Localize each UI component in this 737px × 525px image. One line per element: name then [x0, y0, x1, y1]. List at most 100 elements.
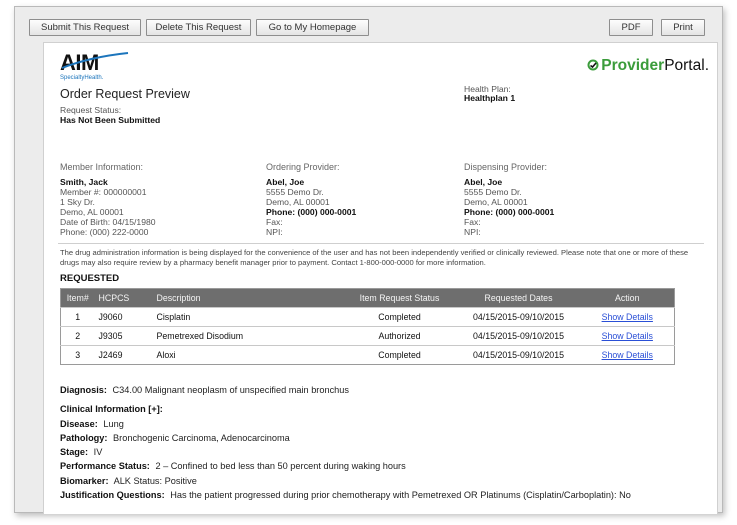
dispensing-provider-name: Abel, Joe: [464, 177, 503, 187]
print-button[interactable]: Print: [661, 19, 705, 36]
health-plan-value: Healthplan 1: [464, 93, 516, 103]
browser-window: Submit This Request Delete This Request …: [14, 6, 723, 514]
member-number: Member #: 000000001: [60, 187, 147, 197]
dispensing-address-line1: 5555 Demo Dr.: [464, 187, 522, 197]
requested-items-table: Item# HCPCS Description Item Request Sta…: [60, 288, 675, 365]
aim-logo-graphic: AIM SpecialtyHealth.: [60, 50, 129, 81]
provider-portal-icon: [587, 59, 599, 71]
show-details-link[interactable]: Show Details: [602, 312, 653, 322]
table-header-row: Item# HCPCS Description Item Request Sta…: [60, 288, 675, 308]
ordering-address-line1: 5555 Demo Dr.: [266, 187, 324, 197]
biomarker-label: Biomarker:: [60, 475, 109, 486]
item-status: Authorized: [342, 326, 457, 346]
dispensing-phone: Phone: (000) 000-0001: [464, 207, 555, 217]
performance-status-row: Performance Status: 2 – Confined to bed …: [60, 459, 710, 473]
requested-dates: 04/15/2015-09/10/2015: [456, 345, 581, 365]
member-address-line1: 1 Sky Dr.: [60, 197, 95, 207]
column-header-description: Description: [152, 288, 343, 308]
show-details-link[interactable]: Show Details: [602, 350, 653, 360]
section-divider: [58, 243, 704, 244]
stage-row: Stage: IV: [60, 445, 710, 459]
item-status: Completed: [342, 345, 457, 365]
item-status: Completed: [342, 307, 457, 327]
portal-dot: .: [704, 57, 709, 74]
delete-request-button[interactable]: Delete This Request: [146, 19, 251, 36]
member-information: Member Information: Smith, Jack Member #…: [60, 162, 250, 237]
ordering-address-line2: Demo, AL 00001: [266, 197, 330, 207]
performance-status-value: 2 – Confined to bed less than 50 percent…: [155, 461, 406, 472]
item-number: 3: [60, 345, 95, 365]
requested-dates: 04/15/2015-09/10/2015: [456, 326, 581, 346]
stage-value: IV: [93, 447, 103, 458]
show-details-link[interactable]: Show Details: [602, 331, 653, 341]
pdf-button[interactable]: PDF: [609, 19, 653, 36]
hcpcs-code: J9305: [94, 326, 153, 346]
portal-word: Portal: [664, 57, 705, 74]
disease-value: Lung: [103, 418, 124, 429]
aim-specialty-health-logo: AIM SpecialtyHealth.: [60, 50, 130, 81]
pathology-label: Pathology:: [60, 432, 108, 443]
justification-row: Justification Questions: Has the patient…: [60, 488, 710, 502]
provider-word: Provider: [601, 57, 665, 74]
member-name: Smith, Jack: [60, 177, 108, 187]
specialty-health-text: SpecialtyHealth.: [60, 75, 104, 81]
disclaimer-text: The drug administration information is b…: [60, 248, 689, 267]
clinical-information-row[interactable]: Clinical Information [+]:: [60, 402, 710, 416]
toolbar: Submit This Request Delete This Request …: [15, 7, 722, 43]
ordering-phone: Phone: (000) 000-0001: [266, 207, 357, 217]
dispensing-address-line2: Demo, AL 00001: [464, 197, 528, 207]
diagnosis-label: Diagnosis:: [60, 385, 107, 395]
ordering-provider-heading: Ordering Provider:: [266, 162, 340, 172]
ordering-provider-name: Abel, Joe: [266, 177, 305, 187]
order-request-document: AIM SpecialtyHealth. ProviderPortal. Ord…: [43, 42, 718, 514]
dispensing-provider-heading: Dispensing Provider:: [464, 162, 548, 172]
hcpcs-code: J9060: [94, 307, 153, 327]
item-description: Cisplatin: [152, 307, 343, 327]
ordering-provider: Ordering Provider: Abel, Joe 5555 Demo D…: [266, 162, 456, 237]
item-number: 2: [60, 326, 95, 346]
clinical-details: Diagnosis: C34.00 Malignant neoplasm of …: [60, 383, 710, 502]
submit-request-button[interactable]: Submit This Request: [29, 19, 141, 36]
justification-value: Has the patient progressed during prior …: [170, 490, 631, 501]
column-header-item: Item#: [60, 288, 95, 308]
requested-dates: 04/15/2015-09/10/2015: [456, 307, 581, 327]
member-info-heading: Member Information:: [60, 162, 144, 172]
hcpcs-code: J2469: [94, 345, 153, 365]
provider-portal-logo: ProviderPortal.: [587, 57, 709, 75]
page-title: Order Request Preview: [60, 87, 190, 101]
item-number: 1: [60, 307, 95, 327]
clinical-information-toggle[interactable]: Clinical Information [+]:: [60, 404, 163, 414]
biomarker-value: ALK Status: Positive: [113, 475, 197, 486]
item-description: Aloxi: [152, 345, 343, 365]
disease-label: Disease:: [60, 418, 98, 429]
column-header-requested-dates: Requested Dates: [456, 288, 581, 308]
go-to-homepage-button[interactable]: Go to My Homepage: [256, 19, 369, 36]
biomarker-row: Biomarker: ALK Status: Positive: [60, 474, 710, 488]
request-status-label: Request Status:: [60, 105, 122, 115]
dispensing-fax: Fax:: [464, 217, 481, 227]
diagnosis-value: C34.00 Malignant neoplasm of unspecified…: [112, 385, 349, 395]
table-row: 1 J9060 Cisplatin Completed 04/15/2015-0…: [60, 307, 675, 327]
dispensing-npi: NPI:: [464, 227, 481, 237]
member-address-line2: Demo, AL 00001: [60, 207, 124, 217]
ordering-fax: Fax:: [266, 217, 283, 227]
justification-label: Justification Questions:: [60, 490, 165, 501]
column-header-hcpcs: HCPCS: [94, 288, 153, 308]
member-phone: Phone: (000) 222-0000: [60, 227, 149, 237]
table-row: 3 J2469 Aloxi Completed 04/15/2015-09/10…: [60, 345, 675, 365]
table-row: 2 J9305 Pemetrexed Disodium Authorized 0…: [60, 326, 675, 346]
performance-status-label: Performance Status:: [60, 461, 150, 472]
column-header-item-request-status: Item Request Status: [342, 288, 457, 308]
requested-heading: REQUESTED: [60, 273, 120, 284]
request-status-value: Has Not Been Submitted: [60, 115, 161, 125]
ordering-npi: NPI:: [266, 227, 283, 237]
diagnosis-row: Diagnosis: C34.00 Malignant neoplasm of …: [60, 383, 710, 397]
member-dob: Date of Birth: 04/15/1980: [60, 217, 156, 227]
pathology-value: Bronchogenic Carcinoma, Adenocarcinoma: [113, 432, 290, 443]
column-header-action: Action: [580, 288, 675, 308]
item-description: Pemetrexed Disodium: [152, 326, 343, 346]
pathology-row: Pathology: Bronchogenic Carcinoma, Adeno…: [60, 431, 710, 445]
stage-label: Stage:: [60, 447, 89, 458]
dispensing-provider: Dispensing Provider: Abel, Joe 5555 Demo…: [464, 162, 654, 237]
disease-row: Disease: Lung: [60, 417, 710, 431]
